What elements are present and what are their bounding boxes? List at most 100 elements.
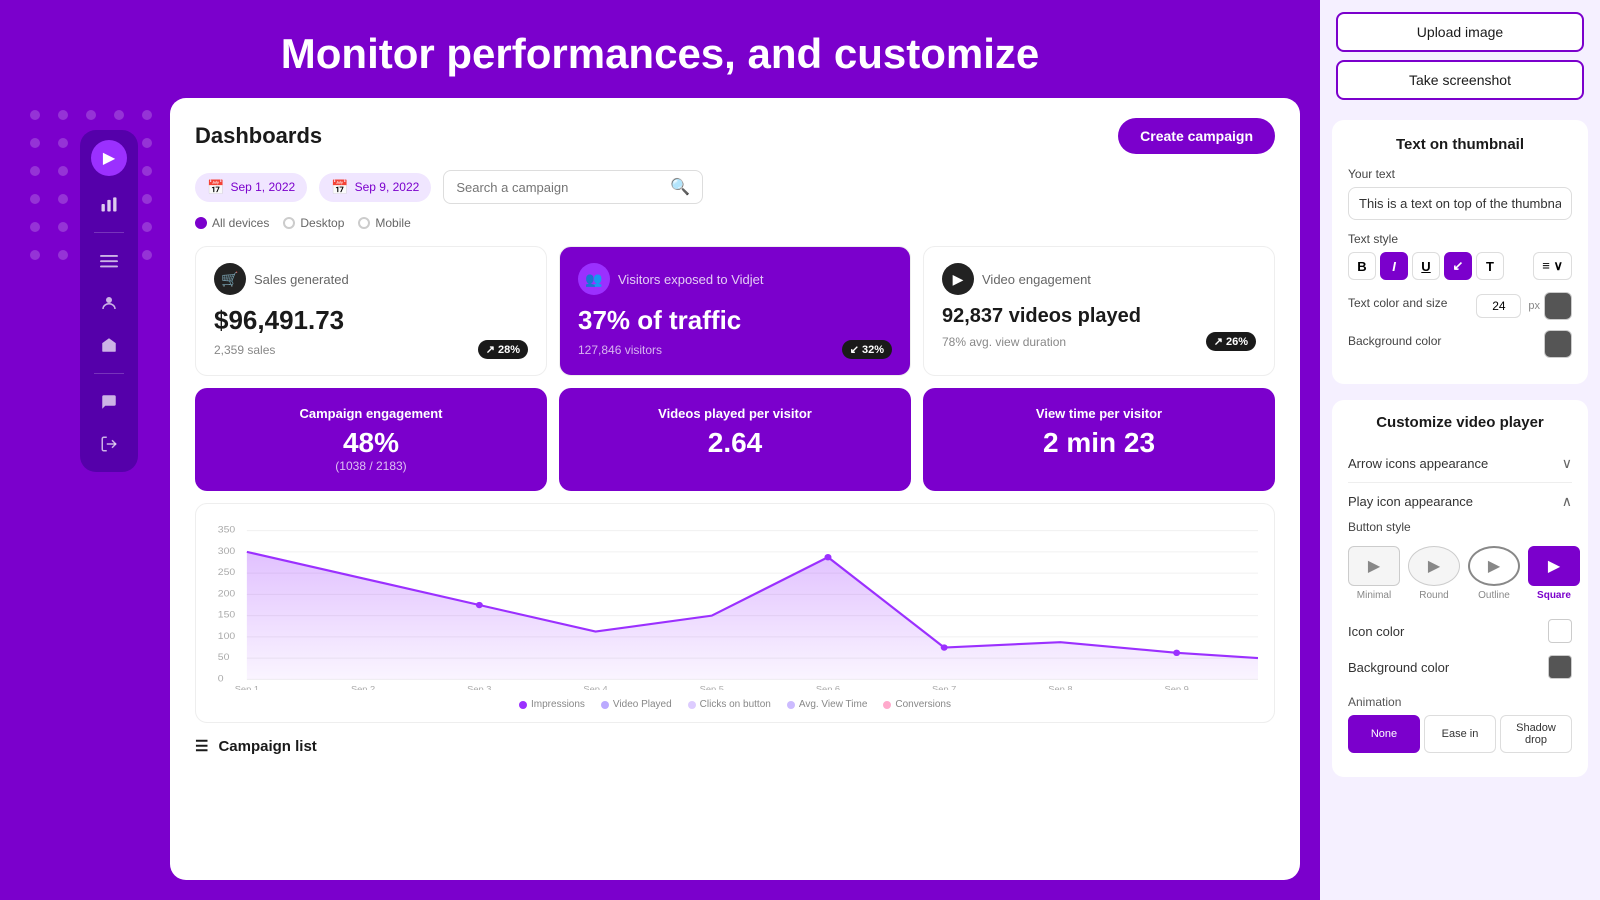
eng-card-viewtime: View time per visitor 2 min 23 bbox=[923, 388, 1275, 491]
sidebar-play-button[interactable]: ▶ bbox=[91, 140, 127, 176]
video-value: 92,837 videos played bbox=[942, 305, 1256, 328]
right-panel: Upload image Take screenshot Text on thu… bbox=[1320, 0, 1600, 900]
radio-all-devices bbox=[195, 217, 207, 229]
campaign-list-header: ☰ Campaign list bbox=[195, 723, 1275, 755]
chart-container: 350 300 250 200 150 100 50 0 bbox=[195, 503, 1275, 723]
chart-legend: Impressions Video Played Clicks on butto… bbox=[212, 699, 1258, 710]
sidebar: ▶ bbox=[80, 130, 138, 472]
svg-text:Sep 4: Sep 4 bbox=[583, 684, 607, 690]
text-style-label: Text style bbox=[1348, 232, 1572, 246]
bg-color-label-customize: Background color bbox=[1348, 660, 1449, 675]
sidebar-user-icon[interactable] bbox=[91, 285, 127, 321]
eng-videos-title: Videos played per visitor bbox=[577, 406, 893, 421]
eng-campaign-title: Campaign engagement bbox=[213, 406, 529, 421]
button-style-grid: ▶ Minimal ▶ Round ▶ Outline bbox=[1348, 546, 1572, 601]
anim-none-button[interactable]: None bbox=[1348, 715, 1420, 753]
visitors-value: 37% of traffic bbox=[578, 305, 892, 336]
bg-color-swatch[interactable] bbox=[1544, 330, 1572, 358]
calendar-icon: 📅 bbox=[207, 179, 224, 196]
icon-color-swatch[interactable] bbox=[1548, 619, 1572, 643]
device-all-devices[interactable]: All devices bbox=[195, 216, 269, 230]
style-round-preview: ▶ bbox=[1408, 546, 1460, 586]
style-minimal-preview: ▶ bbox=[1348, 546, 1400, 586]
visitors-label: Visitors exposed to Vidjet bbox=[618, 272, 764, 287]
sidebar-menu-icon[interactable] bbox=[91, 243, 127, 279]
take-screenshot-button[interactable]: Take screenshot bbox=[1336, 60, 1584, 100]
bold-button[interactable]: B bbox=[1348, 252, 1376, 280]
style-outline[interactable]: ▶ Outline bbox=[1468, 546, 1520, 601]
dashboard-title: Dashboards bbox=[195, 123, 322, 149]
eng-viewtime-value: 2 min 23 bbox=[941, 427, 1257, 459]
list-style-button[interactable]: ≡ ∨ bbox=[1533, 252, 1572, 280]
video-icon: ▶ bbox=[942, 263, 974, 295]
sales-value: $96,491.73 bbox=[214, 305, 528, 336]
svg-text:200: 200 bbox=[218, 589, 236, 599]
sales-badge: ↗ 28% bbox=[478, 340, 528, 359]
your-text-label: Your text bbox=[1348, 167, 1572, 181]
eng-campaign-value: 48% bbox=[213, 427, 529, 459]
icon-color-row: Icon color bbox=[1348, 613, 1572, 649]
text-color-swatch[interactable] bbox=[1544, 292, 1572, 320]
date-from-pill[interactable]: 📅 Sep 1, 2022 bbox=[195, 173, 307, 202]
arrow-icons-accordion[interactable]: Arrow icons appearance ∨ bbox=[1348, 445, 1572, 483]
upload-image-button[interactable]: Upload image bbox=[1336, 12, 1584, 52]
create-campaign-button[interactable]: Create campaign bbox=[1118, 118, 1275, 154]
square-play-icon: ▶ bbox=[1548, 556, 1560, 576]
px-label: px bbox=[1528, 300, 1540, 312]
svg-text:350: 350 bbox=[218, 525, 236, 535]
style-square[interactable]: ▶ Square bbox=[1528, 546, 1580, 601]
align-text-button[interactable]: T bbox=[1476, 252, 1504, 280]
style-round[interactable]: ▶ Round bbox=[1408, 546, 1460, 601]
device-mobile-label: Mobile bbox=[375, 216, 410, 230]
filters-row: 📅 Sep 1, 2022 📅 Sep 9, 2022 🔍 bbox=[195, 170, 1275, 204]
align-left-button[interactable]: ↙ bbox=[1444, 252, 1472, 280]
play-icon-chevron: ∧ bbox=[1562, 493, 1572, 510]
search-input[interactable] bbox=[456, 180, 662, 195]
animation-label: Animation bbox=[1348, 695, 1572, 709]
anim-shadow-drop-button[interactable]: Shadow drop bbox=[1500, 715, 1572, 753]
legend-impressions: Impressions bbox=[519, 699, 585, 710]
play-icon-header[interactable]: Play icon appearance ∧ bbox=[1348, 493, 1572, 510]
sidebar-chart-icon[interactable] bbox=[91, 186, 127, 222]
anim-ease-in-button[interactable]: Ease in bbox=[1424, 715, 1496, 753]
device-filters: All devices Desktop Mobile bbox=[195, 216, 1275, 230]
bg-color-swatch-customize[interactable] bbox=[1548, 655, 1572, 679]
svg-text:Sep 1: Sep 1 bbox=[235, 684, 259, 690]
svg-text:300: 300 bbox=[218, 546, 236, 556]
legend-clicks: Clicks on button bbox=[688, 699, 771, 710]
device-desktop[interactable]: Desktop bbox=[283, 216, 344, 230]
video-badge: ↗ 26% bbox=[1206, 332, 1256, 351]
style-outline-preview: ▶ bbox=[1468, 546, 1520, 586]
search-box[interactable]: 🔍 bbox=[443, 170, 703, 204]
video-label: Video engagement bbox=[982, 272, 1091, 287]
date-to-pill[interactable]: 📅 Sep 9, 2022 bbox=[319, 173, 431, 202]
sidebar-home-icon[interactable] bbox=[91, 327, 127, 363]
arrow-icons-header[interactable]: Arrow icons appearance ∨ bbox=[1348, 455, 1572, 472]
play-icon-accordion[interactable]: Play icon appearance ∧ Button style ▶ Mi… bbox=[1348, 483, 1572, 763]
eng-campaign-sub: (1038 / 2183) bbox=[213, 459, 529, 473]
underline-button[interactable]: U bbox=[1412, 252, 1440, 280]
arrow-icons-chevron: ∨ bbox=[1562, 455, 1572, 472]
visitors-sub: 127,846 visitors ↙ 32% bbox=[578, 340, 892, 359]
legend-video-played: Video Played bbox=[601, 699, 672, 710]
bg-color-row-customize: Background color bbox=[1348, 649, 1572, 685]
style-minimal[interactable]: ▶ Minimal bbox=[1348, 546, 1400, 601]
font-size-input[interactable] bbox=[1476, 294, 1521, 318]
svg-text:Sep 7: Sep 7 bbox=[932, 684, 956, 690]
sidebar-chat-icon[interactable] bbox=[91, 384, 127, 420]
svg-text:Sep 2: Sep 2 bbox=[351, 684, 375, 690]
italic-button[interactable]: I bbox=[1380, 252, 1408, 280]
style-minimal-label: Minimal bbox=[1357, 590, 1391, 601]
sidebar-logout-icon[interactable] bbox=[91, 426, 127, 462]
thumbnail-text-input[interactable] bbox=[1348, 187, 1572, 220]
sales-icon: 🛒 bbox=[214, 263, 246, 295]
device-mobile[interactable]: Mobile bbox=[358, 216, 410, 230]
date-from-label: Sep 1, 2022 bbox=[230, 180, 295, 194]
left-area: Monitor performances, and customize ▶ bbox=[0, 0, 1320, 900]
bg-color-row: Background color bbox=[1348, 330, 1572, 358]
campaign-list-label: Campaign list bbox=[218, 738, 316, 755]
outline-play-icon: ▶ bbox=[1488, 556, 1500, 576]
chart-svg: 350 300 250 200 150 100 50 0 bbox=[212, 520, 1258, 690]
style-outline-label: Outline bbox=[1478, 590, 1510, 601]
date-to-label: Sep 9, 2022 bbox=[355, 180, 420, 194]
